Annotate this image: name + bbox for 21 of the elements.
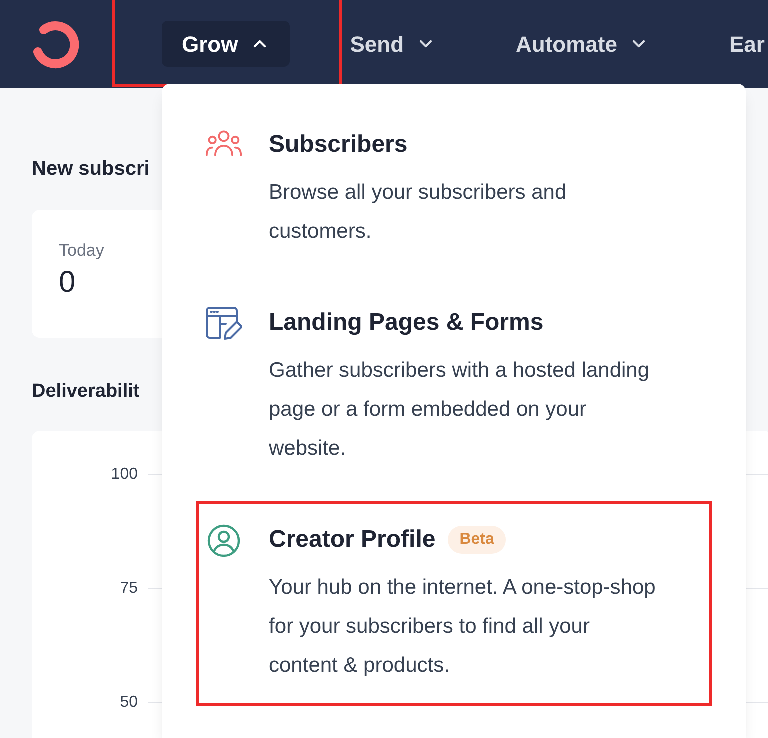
axis-tick-label: 50 [119, 692, 138, 712]
section-title: Deliverabilit [32, 380, 140, 404]
menu-item-title: Landing Pages & Forms [269, 308, 544, 338]
menu-item-description: Browse all your subscribers and customers. [269, 180, 568, 245]
nav-tab[interactable]: Automate [496, 21, 670, 67]
menu-item[interactable]: Landing Pages & Forms Gather subscribers with a hosted landing page or a form embedded on your website. [196, 284, 712, 489]
nav-tab[interactable]: Send [330, 21, 456, 67]
nav-tab[interactable]: Ear [709, 21, 768, 67]
menu-item-description: Gather subscribers with a hosted landing page or a form embedded on your website. [269, 358, 651, 462]
nav-tab[interactable]: Grow [162, 21, 290, 67]
menu-item-description: Your hub on the internet. A one-stop-shop for your subscribers to find all your content & products. [269, 575, 657, 679]
menu-item[interactable]: Creator Profile Beta Your hub on the internet. A one-stop-shop for your subscribers to find all your content & products. [196, 501, 712, 706]
menu-item-title: Subscribers [269, 130, 408, 160]
axis-tick-label: 100 [110, 464, 138, 484]
beta-badge: Beta [448, 526, 506, 554]
axis-tick-label: 75 [119, 578, 138, 598]
stat-value: 0 [59, 264, 76, 300]
menu-item[interactable]: Subscribers Browse all your subscribers and customers. [196, 106, 712, 272]
menu-item-title: Creator Profile [269, 525, 436, 555]
section-title: New subscri [32, 157, 150, 182]
stat-label: Today [59, 240, 104, 262]
